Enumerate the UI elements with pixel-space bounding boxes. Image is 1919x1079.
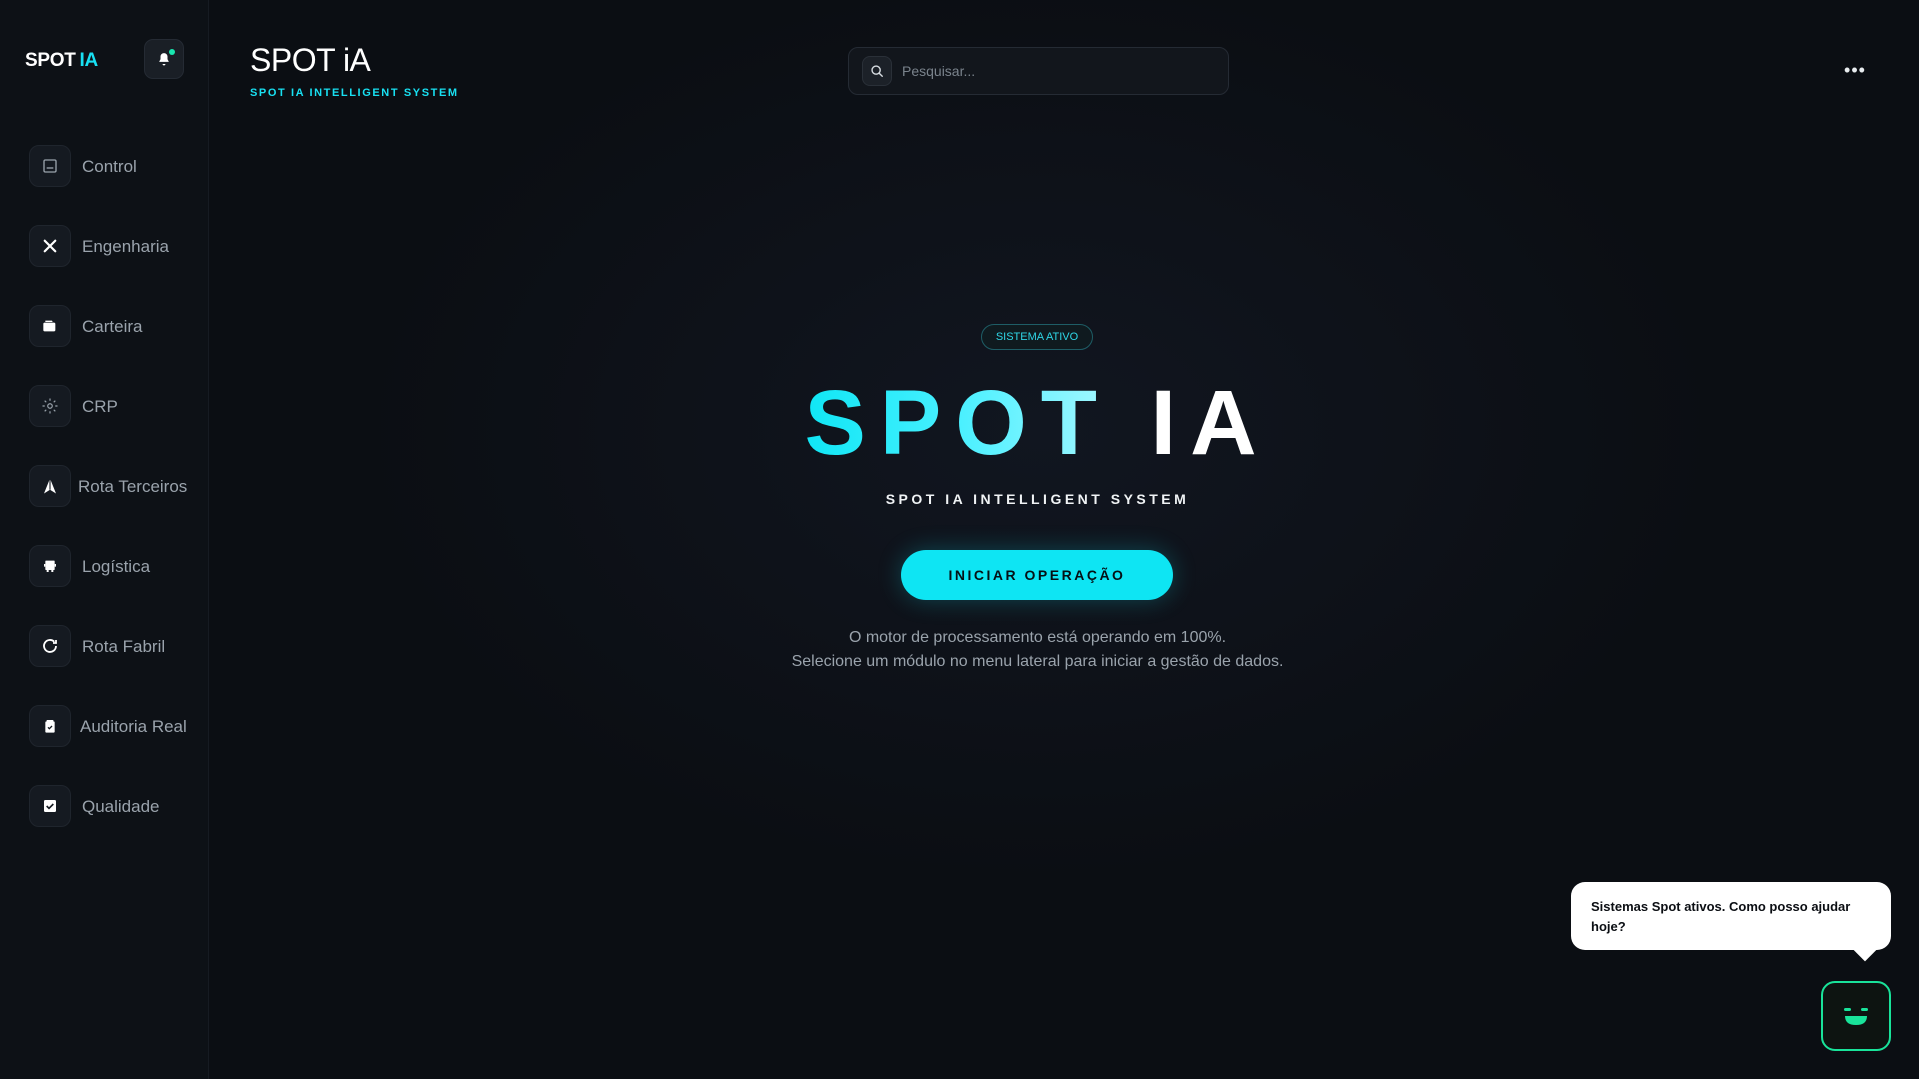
- sidebar-item-label: Carteira: [82, 316, 143, 336]
- app-root: SPOT IA Control Engenharia Carteira CRP …: [0, 0, 1919, 1079]
- sidebar-item-qualidade[interactable]: Qualidade: [29, 784, 199, 828]
- refresh-icon: [29, 625, 71, 667]
- sidebar-item-label: Qualidade: [82, 796, 160, 816]
- bot-face-icon: [1844, 1008, 1868, 1025]
- search-input[interactable]: [902, 63, 1202, 79]
- checkbox-icon: [29, 785, 71, 827]
- navigation-arrow-icon: [29, 465, 71, 507]
- notification-dot: [169, 49, 175, 55]
- page-subtitle: SPOT IA INTELLIGENT SYSTEM: [250, 87, 459, 99]
- sidebar-item-auditoria-real[interactable]: Auditoria Real: [29, 704, 199, 748]
- hero-title-part1: SPOT: [804, 372, 1111, 474]
- sidebar-item-control[interactable]: Control: [29, 144, 199, 188]
- gear-icon: [29, 385, 71, 427]
- start-operation-button[interactable]: INICIAR OPERAÇÃO: [901, 550, 1173, 600]
- sidebar-item-carteira[interactable]: Carteira: [29, 304, 199, 348]
- brand-name: SPOT: [25, 50, 76, 71]
- sidebar-item-logistica[interactable]: Logística: [29, 544, 199, 588]
- monitor-icon: [29, 145, 71, 187]
- sidebar-item-label: Control: [82, 156, 137, 176]
- page-title: SPOT iA: [250, 42, 371, 78]
- hero-description-line1: O motor de processamento está operando e…: [848, 629, 1227, 646]
- sidebar-item-engenharia[interactable]: Engenharia: [29, 224, 199, 268]
- search-icon[interactable]: [862, 56, 892, 86]
- sidebar-item-rota-terceiros[interactable]: Rota Terceiros: [29, 464, 199, 508]
- sidebar-item-label: Rota Terceiros: [78, 476, 188, 496]
- hero-title: SPOT IA: [210, 368, 1865, 478]
- search-bar: [848, 47, 1229, 95]
- sidebar: SPOT IA Control Engenharia Carteira CRP …: [0, 0, 209, 1079]
- sidebar-item-crp[interactable]: CRP: [29, 384, 199, 428]
- sidebar-item-label: Logística: [82, 556, 151, 576]
- chat-message-text: Sistemas Spot ativos. Como posso ajudar …: [1591, 899, 1851, 934]
- status-badge: SISTEMA ATIVO: [981, 324, 1093, 350]
- chat-message-bubble: Sistemas Spot ativos. Como posso ajudar …: [1571, 882, 1891, 950]
- hero-description: O motor de processamento está operando e…: [210, 626, 1865, 674]
- sidebar-item-label: Engenharia: [82, 236, 169, 256]
- hero-subtitle: SPOT IA INTELLIGENT SYSTEM: [885, 491, 1190, 507]
- assistant-bot-button[interactable]: [1821, 981, 1891, 1051]
- sidebar-item-label: Auditoria Real: [80, 716, 187, 736]
- sidebar-item-label: CRP: [82, 396, 118, 416]
- tools-icon: [29, 225, 71, 267]
- clipboard-check-icon: [29, 705, 71, 747]
- truck-icon: [29, 545, 71, 587]
- notifications-button[interactable]: [144, 39, 184, 79]
- sidebar-item-rota-fabril[interactable]: Rota Fabril: [29, 624, 199, 668]
- sidebar-item-label: Rota Fabril: [82, 636, 166, 656]
- hero-title-part2: IA: [1150, 372, 1271, 474]
- brand-accent: IA: [79, 50, 99, 71]
- brand-logo[interactable]: SPOT IA: [25, 50, 98, 72]
- more-options-button[interactable]: •••: [1840, 58, 1870, 82]
- wallet-icon: [29, 305, 71, 347]
- hero-description-line2: Selecione um módulo no menu lateral para…: [791, 653, 1284, 670]
